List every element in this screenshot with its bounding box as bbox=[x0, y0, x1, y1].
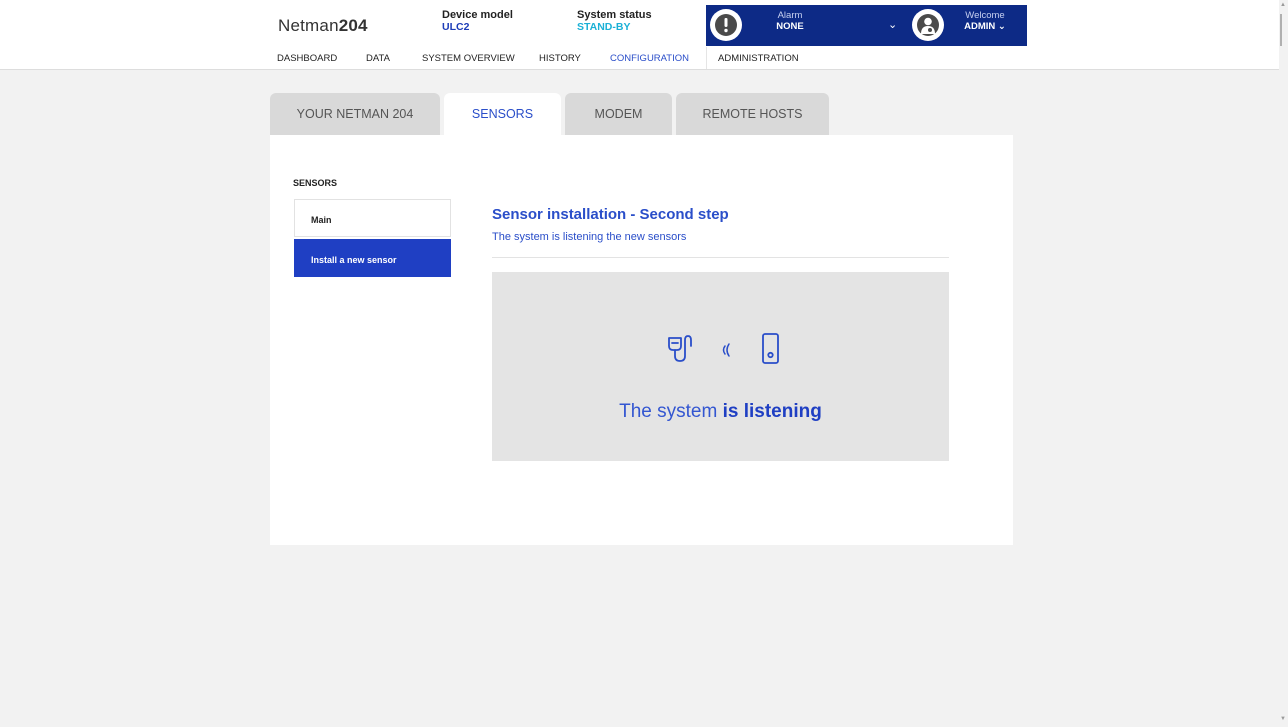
system-status: System status STAND-BY bbox=[577, 9, 652, 33]
nav-configuration[interactable]: CONFIGURATION bbox=[610, 53, 689, 64]
tab-your-netman[interactable]: YOUR NETMAN 204 bbox=[270, 93, 440, 135]
page-scrollbar[interactable]: ▲ ▼ bbox=[1279, 0, 1288, 727]
alert-bubble-icon[interactable] bbox=[710, 9, 742, 41]
welcome: Welcome ADMIN ⌄ bbox=[962, 10, 1008, 32]
device-model-label: Device model bbox=[442, 9, 513, 21]
system-status-label: System status bbox=[577, 9, 652, 21]
alarm-user-bar: Alarm NONE ⌄ Welcome ADMIN ⌄ bbox=[706, 5, 1027, 46]
top-bar: Netman204 Device model ULC2 System statu… bbox=[0, 0, 1279, 48]
device-icon bbox=[762, 333, 779, 364]
sidebar-title: SENSORS bbox=[293, 178, 338, 188]
main-nav: DASHBOARD DATA SYSTEM OVERVIEW HISTORY C… bbox=[0, 47, 1279, 70]
divider bbox=[492, 257, 949, 258]
alarm-status: Alarm NONE bbox=[770, 10, 810, 32]
user-avatar-icon[interactable] bbox=[912, 9, 944, 41]
sidebar-item-install-sensor[interactable]: Install a new sensor bbox=[294, 239, 451, 277]
system-status-value: STAND-BY bbox=[577, 21, 631, 33]
listening-status: The system is listening bbox=[619, 401, 822, 422]
scroll-down-icon[interactable]: ▼ bbox=[1280, 716, 1286, 722]
listening-panel: The system is listening bbox=[492, 272, 949, 461]
listening-icons bbox=[667, 332, 787, 368]
page-title: Sensor installation - Second step bbox=[492, 206, 729, 223]
sensor-probe-icon bbox=[668, 335, 692, 362]
chevron-down-icon[interactable]: ⌄ bbox=[888, 18, 897, 31]
tab-sensors[interactable]: SENSORS bbox=[444, 93, 561, 135]
wireless-signal-icon bbox=[722, 343, 730, 357]
welcome-label: Welcome bbox=[965, 10, 1005, 21]
scrollbar-thumb[interactable] bbox=[1280, 14, 1282, 46]
logo[interactable]: Netman204 bbox=[278, 16, 368, 36]
nav-administration[interactable]: ADMINISTRATION bbox=[718, 53, 799, 64]
nav-history[interactable]: HISTORY bbox=[539, 53, 581, 64]
alarm-value: NONE bbox=[776, 21, 804, 32]
welcome-user[interactable]: ADMIN ⌄ bbox=[962, 21, 1008, 32]
scroll-up-icon[interactable]: ▲ bbox=[1280, 2, 1286, 8]
nav-data[interactable]: DATA bbox=[366, 53, 390, 64]
sidebar-item-main[interactable]: Main bbox=[294, 199, 451, 237]
device-model-value: ULC2 bbox=[442, 21, 470, 33]
chevron-down-icon: ⌄ bbox=[997, 21, 1006, 32]
page-subtitle: The system is listening the new sensors bbox=[492, 231, 687, 243]
tab-remote-hosts[interactable]: REMOTE HOSTS bbox=[676, 93, 829, 135]
device-model: Device model ULC2 bbox=[442, 9, 513, 33]
nav-system-overview[interactable]: SYSTEM OVERVIEW bbox=[422, 53, 515, 64]
alarm-label: Alarm bbox=[777, 10, 803, 21]
nav-dashboard[interactable]: DASHBOARD bbox=[277, 53, 337, 64]
tab-modem[interactable]: MODEM bbox=[565, 93, 672, 135]
